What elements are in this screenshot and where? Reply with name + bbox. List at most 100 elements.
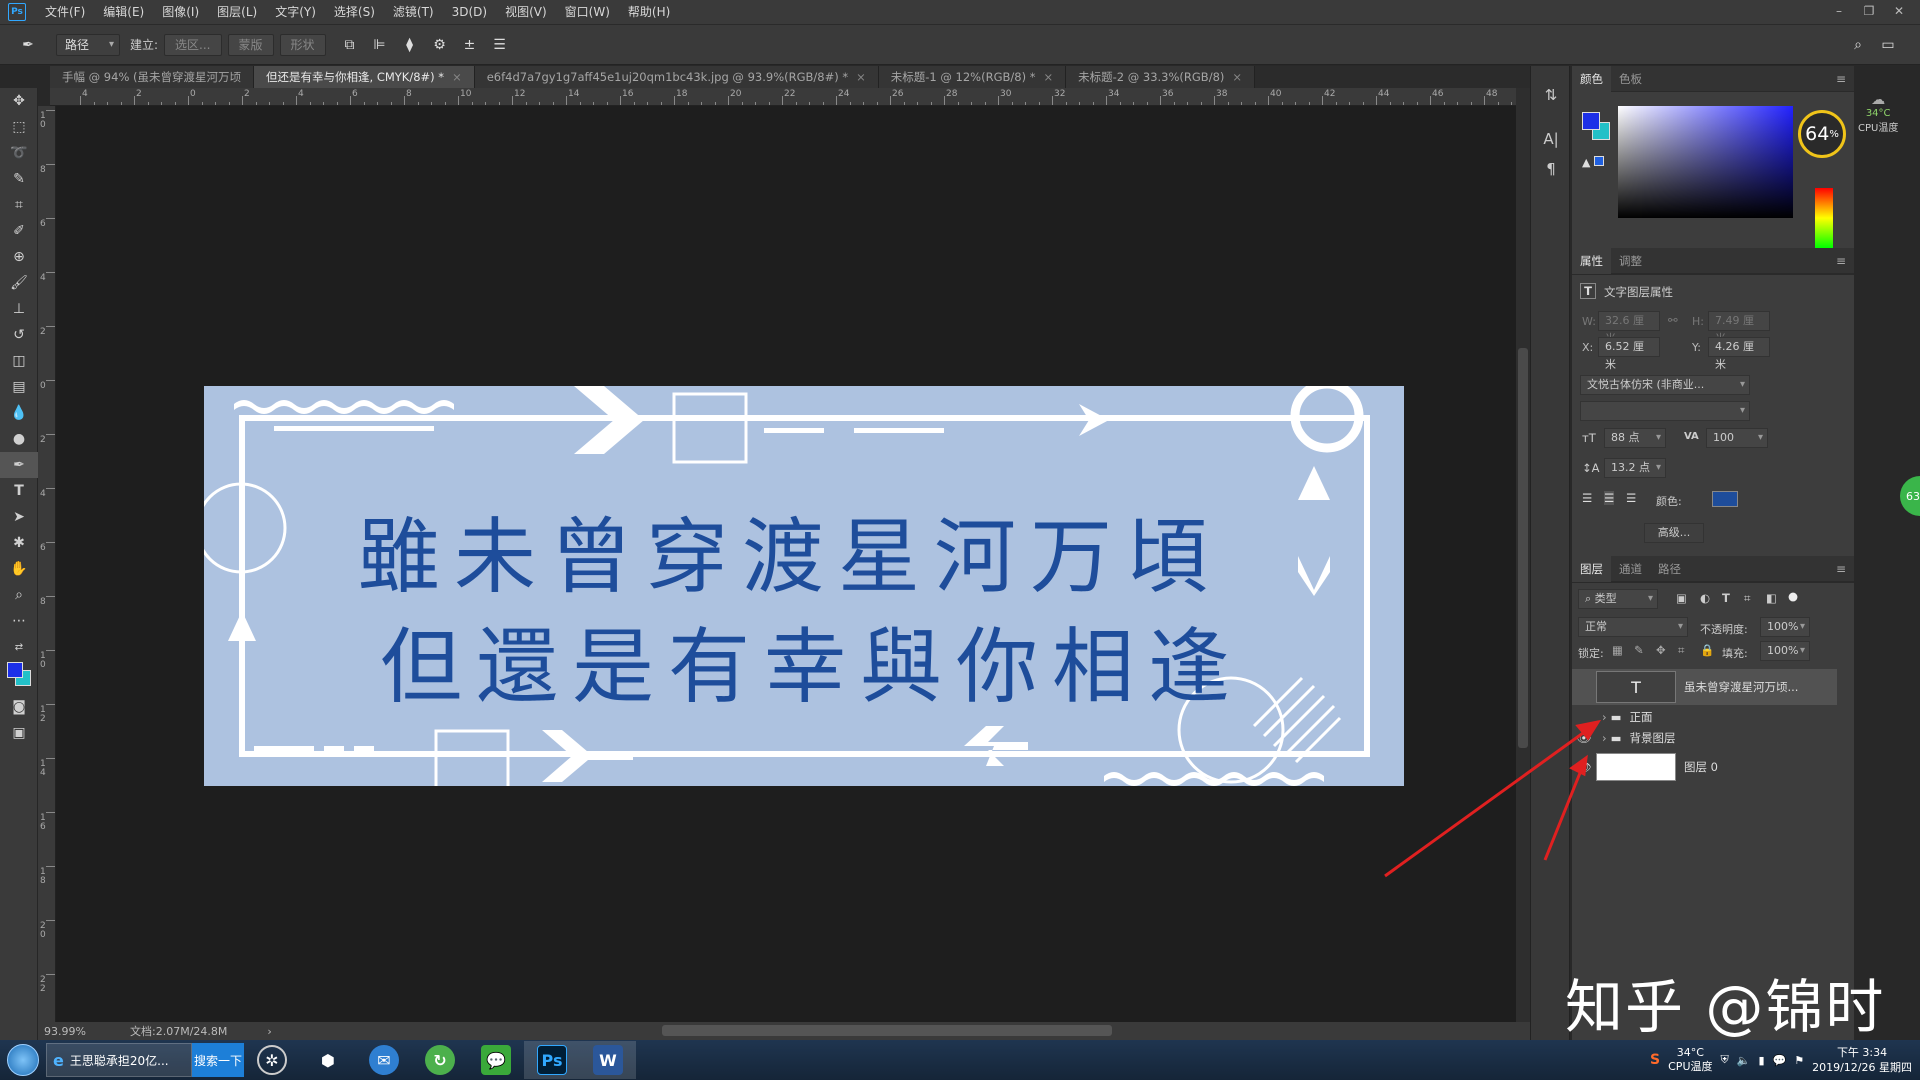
hand-tool-icon[interactable]: ✋ xyxy=(0,556,38,582)
artboard[interactable]: 雖未曾穿渡星河万頃 但還是有幸與你相逢 xyxy=(204,386,1404,786)
quick-mask-icon[interactable]: ◙ xyxy=(0,694,38,720)
color-picker-field[interactable] xyxy=(1618,106,1793,218)
font-style-select[interactable] xyxy=(1580,401,1750,421)
fill-field[interactable]: 100% xyxy=(1760,641,1810,661)
width-field[interactable]: 32.6 厘米 xyxy=(1598,311,1660,345)
move-tool-icon[interactable]: ✥ xyxy=(0,88,38,114)
pen-mode-select[interactable]: 路径 xyxy=(56,33,120,56)
tray-flag-icon[interactable]: ⚑ xyxy=(1794,1054,1804,1067)
eyedropper-tool-icon[interactable]: ✐ xyxy=(0,218,38,244)
lasso-tool-icon[interactable]: ➰ xyxy=(0,140,38,166)
web-safe-swatch[interactable] xyxy=(1594,156,1604,166)
tab-document-1[interactable]: 手幅 @ 94% (虽未曾穿渡星河万顷 xyxy=(50,66,255,88)
clock[interactable]: 下午 3:34 2019/12/26 星期四 xyxy=(1812,1045,1912,1075)
close-tab-icon[interactable]: × xyxy=(1043,70,1053,84)
screen-mode-icon[interactable]: ▣ xyxy=(0,720,38,746)
foreground-color[interactable] xyxy=(7,662,23,678)
taskbar-app-refresh[interactable]: ↻ xyxy=(412,1041,468,1079)
gradient-tool-icon[interactable]: ▤ xyxy=(0,374,38,400)
tray-shield-icon[interactable]: ⛨ xyxy=(1721,1053,1729,1067)
close-tab-icon[interactable]: × xyxy=(1232,70,1242,84)
filter-shape-icon[interactable]: ⌗ xyxy=(1744,591,1750,606)
leading-field[interactable]: 13.2 点 xyxy=(1604,458,1666,478)
color-slider-bar[interactable] xyxy=(1815,188,1833,248)
menu-filter[interactable]: 滤镜(T) xyxy=(384,0,443,25)
taskbar-app-photoshop[interactable]: Ps xyxy=(524,1041,580,1079)
horizontal-scrollbar-thumb[interactable] xyxy=(662,1025,1112,1036)
type-tool-icon[interactable]: T xyxy=(0,478,38,504)
eye-icon[interactable]: 👁 xyxy=(1572,760,1596,774)
close-tab-icon[interactable]: × xyxy=(452,70,462,84)
menu-layer[interactable]: 图层(L) xyxy=(208,0,266,25)
close-window-button[interactable]: ✕ xyxy=(1884,0,1914,22)
layer-row-group-background[interactable]: 👁 › ▬ 背景图层 xyxy=(1572,728,1837,748)
tab-document-2[interactable]: 但还是有幸与你相逢, CMYK/8#) * × xyxy=(254,66,475,88)
edge-floating-badge[interactable]: 63 xyxy=(1900,476,1920,516)
lock-all-icon[interactable]: 🔒 xyxy=(1700,643,1714,657)
y-field[interactable]: 4.26 厘米 xyxy=(1708,337,1770,371)
tab-document-4[interactable]: 未标题-1 @ 12%(RGB/8) * × xyxy=(878,66,1067,88)
tab-document-5[interactable]: 未标题-2 @ 33.3%(RGB/8) × xyxy=(1066,66,1256,88)
tab-channels[interactable]: 通道 xyxy=(1611,556,1650,582)
height-field[interactable]: 7.49 厘米 xyxy=(1708,311,1770,345)
menu-file[interactable]: 文件(F) xyxy=(36,0,94,25)
zoom-level[interactable]: 93.99% xyxy=(44,1025,124,1038)
path-operations-icon[interactable]: ⧉ xyxy=(338,33,362,57)
align-right-icon[interactable]: ☰ xyxy=(1626,491,1636,505)
tab-document-3[interactable]: e6f4d7a7gy1g7aff45e1uj20qm1bc43k.jpg @ 9… xyxy=(474,66,879,88)
color-swatches[interactable] xyxy=(0,660,37,694)
eye-icon[interactable]: 👁 xyxy=(1572,731,1596,745)
blend-mode-select[interactable]: 正常 xyxy=(1578,617,1688,637)
path-select-tool-icon[interactable]: ➤ xyxy=(0,504,38,530)
foreground-color-swatch[interactable] xyxy=(1582,112,1600,130)
tab-swatches[interactable]: 色板 xyxy=(1611,66,1650,92)
filter-adjust-icon[interactable]: ◐ xyxy=(1700,591,1710,605)
tab-adjustments[interactable]: 调整 xyxy=(1611,248,1650,274)
make-selection-button[interactable]: 选区... xyxy=(164,33,222,56)
sogou-ime-icon[interactable]: S xyxy=(1650,1052,1660,1068)
tray-network-icon[interactable]: ▮ xyxy=(1758,1054,1764,1067)
dodge-tool-icon[interactable]: ● xyxy=(0,426,38,452)
more-tools-icon[interactable]: ⋯ xyxy=(0,608,38,634)
swap-colors-icon[interactable]: ⇄ xyxy=(0,634,38,660)
tray-wechat-icon[interactable]: 💬 xyxy=(1773,1054,1787,1067)
menu-edit[interactable]: 编辑(E) xyxy=(94,0,153,25)
crop-tool-icon[interactable]: ⌗ xyxy=(0,192,38,218)
tab-properties[interactable]: 属性 xyxy=(1572,247,1611,274)
status-menu-icon[interactable]: › xyxy=(267,1025,271,1038)
menu-help[interactable]: 帮助(H) xyxy=(619,0,679,25)
align-left-icon[interactable]: ☰ xyxy=(1582,491,1592,505)
tab-color[interactable]: 颜色 xyxy=(1572,65,1611,92)
advanced-button[interactable]: 高级... xyxy=(1644,523,1704,543)
opacity-field[interactable]: 100% xyxy=(1760,617,1810,637)
lock-position-icon[interactable]: ✥ xyxy=(1656,643,1666,657)
lock-pixels-icon[interactable]: ✎ xyxy=(1634,643,1644,657)
lock-transparent-icon[interactable]: ▦ xyxy=(1612,643,1623,657)
layer-row-layer0[interactable]: 👁 图层 0 xyxy=(1572,751,1837,783)
layer-filter-select[interactable]: ⌕ 类型 xyxy=(1578,589,1658,609)
chevron-right-icon[interactable]: › xyxy=(1602,710,1607,724)
taskbar-browser-item[interactable]: e 王思聪承担20亿... xyxy=(46,1043,192,1077)
menu-3d[interactable]: 3D(D) xyxy=(443,0,496,25)
zoom-tool-icon[interactable]: ⌕ xyxy=(0,582,38,608)
text-color-swatch[interactable] xyxy=(1712,491,1738,507)
path-arrangement-icon[interactable]: ⧫ xyxy=(398,33,422,57)
filter-type-icon[interactable]: T xyxy=(1722,591,1730,605)
custom-shape-tool-icon[interactable]: ✱ xyxy=(0,530,38,556)
chevron-right-icon[interactable]: › xyxy=(1602,731,1607,745)
pen-tool-icon[interactable]: ✒ xyxy=(0,452,38,478)
make-shape-button[interactable]: 形状 xyxy=(279,33,326,56)
filter-pixel-icon[interactable]: ▣ xyxy=(1676,591,1687,605)
gear-icon[interactable]: ⚙ xyxy=(428,33,452,57)
character-panel-icon[interactable]: A| xyxy=(1531,124,1571,154)
layer-row-text[interactable]: T 虽未曾穿渡星河万顷... xyxy=(1572,669,1837,705)
taskbar-app-wechat[interactable]: 💬 xyxy=(468,1041,524,1079)
layer-row-group-front[interactable]: › ▬ 正面 xyxy=(1572,707,1837,727)
vertical-scrollbar-thumb[interactable] xyxy=(1518,348,1528,748)
panel-menu-icon[interactable]: ≡ xyxy=(1836,562,1846,576)
start-button[interactable] xyxy=(0,1040,46,1080)
tab-layers[interactable]: 图层 xyxy=(1572,555,1611,582)
taskbar-app-mail[interactable]: ✉ xyxy=(356,1041,412,1079)
lock-artboard-icon[interactable]: ⌗ xyxy=(1678,643,1684,658)
pen-tool-preset-icon[interactable]: ✒ xyxy=(16,33,40,57)
